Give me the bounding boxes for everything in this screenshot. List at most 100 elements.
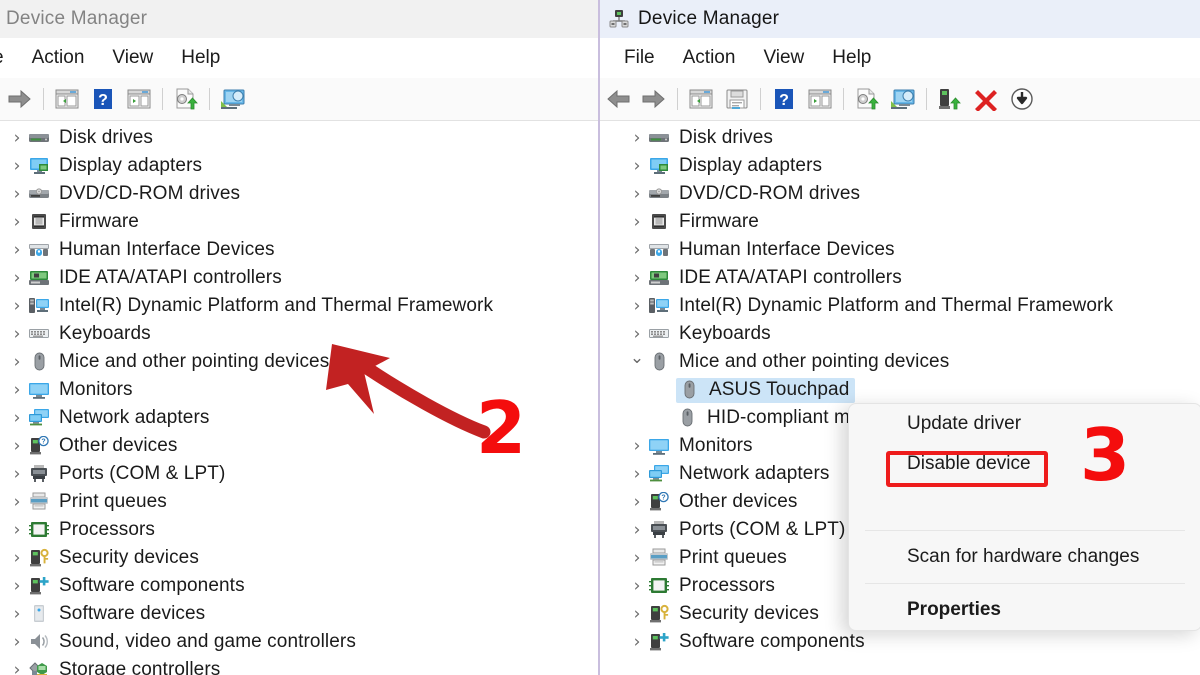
chevron-right-icon[interactable]: › xyxy=(6,549,28,567)
chevron-right-icon[interactable]: › xyxy=(6,577,28,595)
tree-item-content[interactable]: Ports (COM & LPT) xyxy=(28,463,225,485)
tree-item-display-adapters[interactable]: › Display adapters xyxy=(626,152,1200,180)
chevron-right-icon[interactable]: › xyxy=(6,157,28,175)
tree-item-content[interactable]: Mice and other pointing devices xyxy=(648,351,949,373)
menu-action[interactable]: Action xyxy=(18,47,99,69)
chevron-right-icon[interactable]: › xyxy=(6,297,28,315)
chevron-right-icon[interactable]: › xyxy=(626,325,648,343)
tree-item-content[interactable]: Storage controllers xyxy=(28,659,220,675)
chevron-right-icon[interactable]: › xyxy=(6,241,28,259)
tree-item-content[interactable]: Processors xyxy=(28,519,155,541)
tree-item-software-components[interactable]: › Software components xyxy=(6,572,598,600)
chevron-right-icon[interactable]: › xyxy=(626,577,648,595)
tree-item-intel-r-dynamic-platform-and-thermal-framework[interactable]: › Intel(R) Dynamic Platform and Thermal F… xyxy=(626,292,1200,320)
menu-help[interactable]: Help xyxy=(818,47,885,69)
tree-item-content[interactable]: Human Interface Devices xyxy=(648,239,895,261)
tree-item-content[interactable]: ? Other devices xyxy=(28,435,178,457)
tree-item-processors[interactable]: › Processors xyxy=(6,516,598,544)
tree-item-content[interactable]: Sound, video and game controllers xyxy=(28,631,356,653)
chevron-right-icon[interactable]: › xyxy=(6,213,28,231)
tree-item-keyboards[interactable]: › Keyboards xyxy=(626,320,1200,348)
tree-item-ide-ata-atapi-controllers[interactable]: › IDE ATA/ATAPI controllers xyxy=(626,264,1200,292)
update-driver-icon[interactable] xyxy=(849,82,885,116)
disable-device-icon[interactable] xyxy=(1004,82,1040,116)
chevron-right-icon[interactable]: › xyxy=(626,157,648,175)
context-menu-item-disable-device[interactable]: Disable device xyxy=(849,444,1200,484)
chevron-right-icon[interactable]: › xyxy=(6,269,28,287)
tree-item-dvd-cd-rom-drives[interactable]: › DVD/CD-ROM drives xyxy=(626,180,1200,208)
tree-item-human-interface-devices[interactable]: › Human Interface Devices xyxy=(626,236,1200,264)
chevron-right-icon[interactable]: › xyxy=(6,381,28,399)
menu-view[interactable]: View xyxy=(98,47,167,69)
tree-item-content[interactable]: Display adapters xyxy=(648,155,822,177)
tree-item-content[interactable]: ASUS Touchpad xyxy=(676,377,856,403)
tree-item-content[interactable]: Disk drives xyxy=(28,127,153,149)
tree-item-content[interactable]: Software components xyxy=(648,631,865,653)
menu-help[interactable]: Help xyxy=(167,47,234,69)
context-menu-item-properties[interactable]: Properties xyxy=(849,590,1200,630)
tree-item-mice-and-other-pointing-devices[interactable]: ⌄ Mice and other pointing devices xyxy=(626,348,1200,376)
tree-item-content[interactable]: Print queues xyxy=(28,491,167,513)
tree-item-software-components[interactable]: › Software components xyxy=(626,628,1200,656)
device-context-menu[interactable]: Update driver Disable device Scan for hard… xyxy=(848,403,1200,631)
save-icon[interactable] xyxy=(719,82,755,116)
tree-item-content[interactable]: HID-compliant m xyxy=(676,407,850,429)
help-icon[interactable]: ? xyxy=(766,82,802,116)
tree-item-content[interactable]: Network adapters xyxy=(28,407,210,429)
scan-for-hardware-changes-icon[interactable] xyxy=(885,82,921,116)
tree-item-content[interactable]: Intel(R) Dynamic Platform and Thermal Fr… xyxy=(648,295,1113,317)
chevron-right-icon[interactable]: › xyxy=(6,521,28,539)
chevron-right-icon[interactable]: › xyxy=(626,605,648,623)
tree-item-content[interactable]: Software devices xyxy=(28,603,205,625)
tree-item-content[interactable]: Firmware xyxy=(648,211,759,233)
chevron-right-icon[interactable]: › xyxy=(626,269,648,287)
tree-item-disk-drives[interactable]: › Disk drives xyxy=(6,124,598,152)
menu-view[interactable]: View xyxy=(749,47,818,69)
context-menu-item-update-driver[interactable]: Update driver xyxy=(849,404,1200,444)
chevron-right-icon[interactable]: › xyxy=(6,493,28,511)
tree-item-content[interactable]: Processors xyxy=(648,575,775,597)
tree-item-content[interactable]: Monitors xyxy=(28,379,133,401)
chevron-right-icon[interactable]: › xyxy=(6,437,28,455)
forward-arrow-icon[interactable] xyxy=(2,82,38,116)
chevron-right-icon[interactable]: › xyxy=(6,605,28,623)
tree-item-content[interactable]: Keyboards xyxy=(648,323,771,345)
chevron-right-icon[interactable]: › xyxy=(626,297,648,315)
tree-item-content[interactable]: Mice and other pointing devices i xyxy=(28,351,339,373)
tree-item-dvd-cd-rom-drives[interactable]: › DVD/CD-ROM drives xyxy=(6,180,598,208)
tree-item-software-devices[interactable]: › Software devices xyxy=(6,600,598,628)
context-menu-item-scan-for-hardware-changes[interactable]: Scan for hardware changes xyxy=(849,537,1200,577)
tree-item-content[interactable]: IDE ATA/ATAPI controllers xyxy=(28,267,282,289)
properties-icon[interactable] xyxy=(121,82,157,116)
chevron-down-icon[interactable]: ⌄ xyxy=(626,349,648,367)
tree-item-ide-ata-atapi-controllers[interactable]: › IDE ATA/ATAPI controllers xyxy=(6,264,598,292)
chevron-right-icon[interactable]: › xyxy=(6,325,28,343)
tree-item-sound-video-and-game-controllers[interactable]: › Sound, video and game controllers xyxy=(6,628,598,656)
menu-action[interactable]: Action xyxy=(669,47,750,69)
tree-item-content[interactable]: Keyboards xyxy=(28,323,151,345)
enable-device-icon[interactable] xyxy=(932,82,968,116)
tree-item-content[interactable]: DVD/CD-ROM drives xyxy=(648,183,860,205)
tree-item-asus-touchpad[interactable]: ASUS Touchpad xyxy=(626,376,1200,404)
menu-file[interactable]: File xyxy=(610,47,669,69)
chevron-right-icon[interactable]: › xyxy=(6,185,28,203)
tree-item-intel-r-dynamic-platform-and-thermal-framework[interactable]: › Intel(R) Dynamic Platform and Thermal F… xyxy=(6,292,598,320)
tree-item-disk-drives[interactable]: › Disk drives xyxy=(626,124,1200,152)
tree-item-content[interactable]: Software components xyxy=(28,575,245,597)
tree-item-content[interactable]: Firmware xyxy=(28,211,139,233)
tree-item-content[interactable]: Disk drives xyxy=(648,127,773,149)
chevron-right-icon[interactable]: › xyxy=(626,185,648,203)
scan-for-hardware-changes-icon[interactable] xyxy=(215,82,251,116)
chevron-right-icon[interactable]: › xyxy=(6,661,28,675)
tree-item-display-adapters[interactable]: › Display adapters xyxy=(6,152,598,180)
back-arrow-icon[interactable] xyxy=(600,82,636,116)
update-driver-icon[interactable] xyxy=(168,82,204,116)
tree-item-content[interactable]: Monitors xyxy=(648,435,753,457)
tree-item-content[interactable]: Ports (COM & LPT) xyxy=(648,519,845,541)
tree-item-content[interactable]: DVD/CD-ROM drives xyxy=(28,183,240,205)
properties-icon[interactable] xyxy=(802,82,838,116)
chevron-right-icon[interactable]: › xyxy=(626,213,648,231)
menu-file-truncated[interactable]: e xyxy=(0,47,18,69)
tree-item-content[interactable]: Print queues xyxy=(648,547,787,569)
tree-item-security-devices[interactable]: › Security devices xyxy=(6,544,598,572)
